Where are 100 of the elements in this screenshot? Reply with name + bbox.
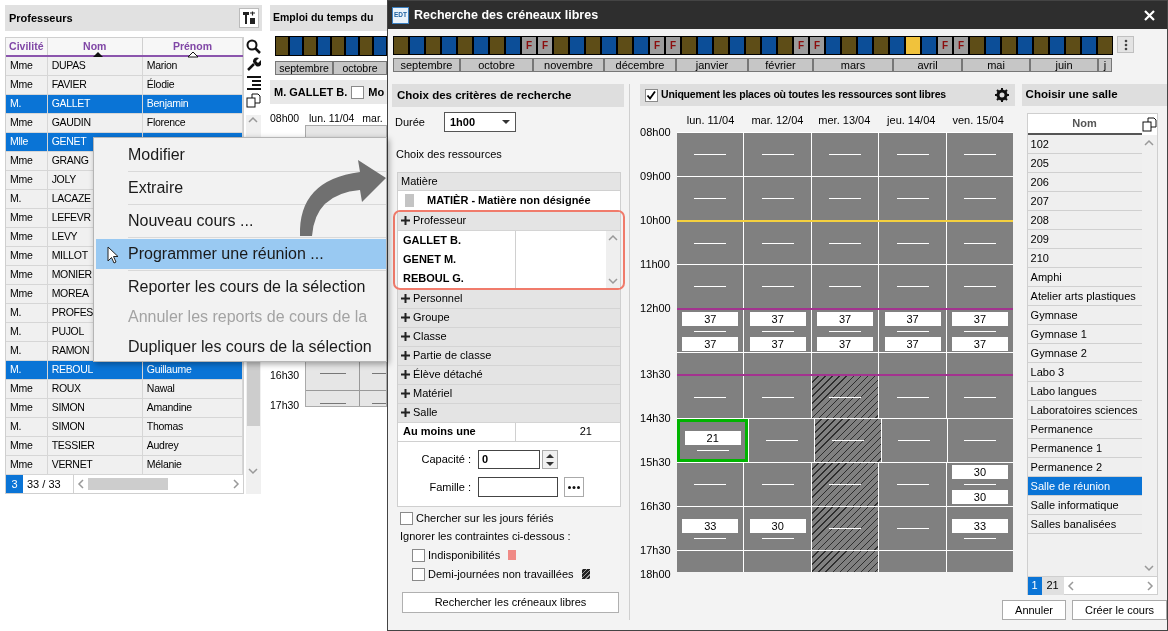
month-label[interactable]: novembre: [533, 58, 604, 72]
week-cell[interactable]: [554, 37, 568, 54]
week-cell[interactable]: [618, 37, 632, 54]
family-field[interactable]: [478, 477, 558, 497]
menu-item[interactable]: Programmer une réunion ...: [96, 239, 386, 269]
list-item[interactable]: Salle de réunion: [1027, 477, 1142, 496]
list-icon[interactable]: [245, 75, 261, 90]
week-cell[interactable]: [276, 37, 288, 55]
group-header[interactable]: Professeur: [398, 211, 620, 231]
week-cell[interactable]: [1034, 37, 1048, 54]
week-cell[interactable]: [858, 37, 872, 54]
week-cell[interactable]: [332, 37, 344, 55]
week-cell[interactable]: [698, 37, 712, 54]
more-options-button[interactable]: [1117, 36, 1134, 53]
time-slot[interactable]: 37 37: [677, 310, 744, 352]
month-label[interactable]: février: [748, 58, 813, 72]
time-slot[interactable]: 30 30: [946, 463, 1014, 506]
time-slot[interactable]: 37 37: [946, 310, 1014, 352]
time-slot[interactable]: [811, 463, 879, 506]
time-slot[interactable]: 37 37: [879, 310, 946, 352]
week-cell[interactable]: [842, 37, 856, 54]
week-cell[interactable]: [410, 37, 424, 54]
week-cell[interactable]: [1098, 37, 1112, 54]
close-icon[interactable]: [1144, 9, 1155, 21]
week-cell[interactable]: [1050, 37, 1064, 54]
week-cell[interactable]: [490, 37, 504, 54]
week-cell[interactable]: [586, 37, 600, 54]
duration-dropdown[interactable]: 1h00: [444, 112, 516, 132]
time-slot[interactable]: [811, 376, 879, 418]
more-button[interactable]: [564, 477, 584, 497]
week-cell[interactable]: [458, 37, 472, 54]
chevron-left-icon[interactable]: [76, 478, 86, 490]
scrollbar-thumb[interactable]: [88, 478, 168, 490]
week-cell[interactable]: [1002, 37, 1016, 54]
time-slot[interactable]: [811, 551, 879, 572]
chevron-down-icon[interactable]: [607, 275, 619, 286]
checkbox[interactable]: [412, 548, 425, 562]
week-cell[interactable]: [426, 37, 440, 54]
month-label[interactable]: juin: [1030, 58, 1098, 72]
week-cell[interactable]: [602, 37, 616, 54]
time-slot[interactable]: [811, 507, 879, 550]
wrench-icon[interactable]: [245, 57, 261, 72]
time-slot[interactable]: 37 37: [744, 310, 811, 352]
settings-icon[interactable]: [994, 88, 1009, 102]
time-slot[interactable]: 37 37: [811, 310, 879, 352]
checkbox[interactable]: [351, 85, 365, 99]
week-cell[interactable]: [778, 37, 792, 54]
month-label[interactable]: octobre: [333, 61, 387, 75]
week-cell[interactable]: [762, 37, 776, 54]
week-cell[interactable]: [442, 37, 456, 54]
checkbox[interactable]: [412, 567, 425, 581]
chevron-right-icon[interactable]: [231, 478, 241, 490]
week-cell[interactable]: [874, 37, 888, 54]
checkbox[interactable]: [400, 512, 413, 525]
month-label[interactable]: octobre: [460, 58, 533, 72]
week-cell[interactable]: [570, 37, 584, 54]
week-cell[interactable]: [986, 37, 1000, 54]
week-cell[interactable]: [394, 37, 408, 54]
week-cell[interactable]: [826, 37, 840, 54]
week-cell[interactable]: [714, 37, 728, 54]
vertical-scrollbar[interactable]: [606, 230, 620, 288]
week-cell[interactable]: [474, 37, 488, 54]
month-label[interactable]: décembre: [604, 58, 676, 72]
group-header[interactable]: Personnel: [398, 289, 620, 309]
column-header[interactable]: Civilité: [6, 38, 48, 55]
time-slot[interactable]: 33: [946, 507, 1014, 550]
month-label[interactable]: avril: [893, 58, 962, 72]
display-mode-button[interactable]: [239, 8, 259, 28]
copy-icon[interactable]: [245, 93, 261, 108]
week-cell[interactable]: [1066, 37, 1080, 54]
chevron-left-icon[interactable]: [1065, 579, 1076, 592]
month-label[interactable]: septembre: [393, 58, 460, 72]
dialog-button[interactable]: Annuler: [1002, 600, 1066, 620]
chevron-up-icon[interactable]: [607, 232, 619, 243]
week-cell[interactable]: [374, 37, 386, 55]
week-cell[interactable]: [922, 37, 936, 54]
time-slot[interactable]: 30: [744, 507, 811, 550]
chevron-down-icon[interactable]: [247, 466, 259, 476]
week-cell[interactable]: [304, 37, 316, 55]
week-cell[interactable]: [360, 37, 372, 55]
month-label[interactable]: septembre: [275, 61, 333, 75]
capacity-field[interactable]: 0: [478, 450, 540, 469]
month-label[interactable]: mars: [813, 58, 893, 72]
chevron-down-icon[interactable]: [1143, 563, 1156, 573]
week-cell[interactable]: [506, 37, 520, 54]
week-cell[interactable]: [746, 37, 760, 54]
search-button[interactable]: Rechercher les créneaux libres: [402, 591, 619, 613]
chevron-up-icon[interactable]: [1143, 138, 1156, 148]
dialog-button[interactable]: Créer le cours: [1072, 600, 1167, 620]
month-label[interactable]: j: [1098, 58, 1112, 72]
week-cell[interactable]: [634, 37, 648, 54]
month-label[interactable]: mai: [962, 58, 1030, 72]
spinner-button[interactable]: [542, 450, 558, 469]
time-slot[interactable]: 33: [677, 507, 744, 550]
week-cell[interactable]: [906, 37, 920, 54]
column-header[interactable]: Nom: [47, 38, 143, 55]
week-cell[interactable]: [730, 37, 744, 54]
week-cell[interactable]: [970, 37, 984, 54]
week-cell[interactable]: [1018, 37, 1032, 54]
week-cell[interactable]: [290, 37, 302, 55]
